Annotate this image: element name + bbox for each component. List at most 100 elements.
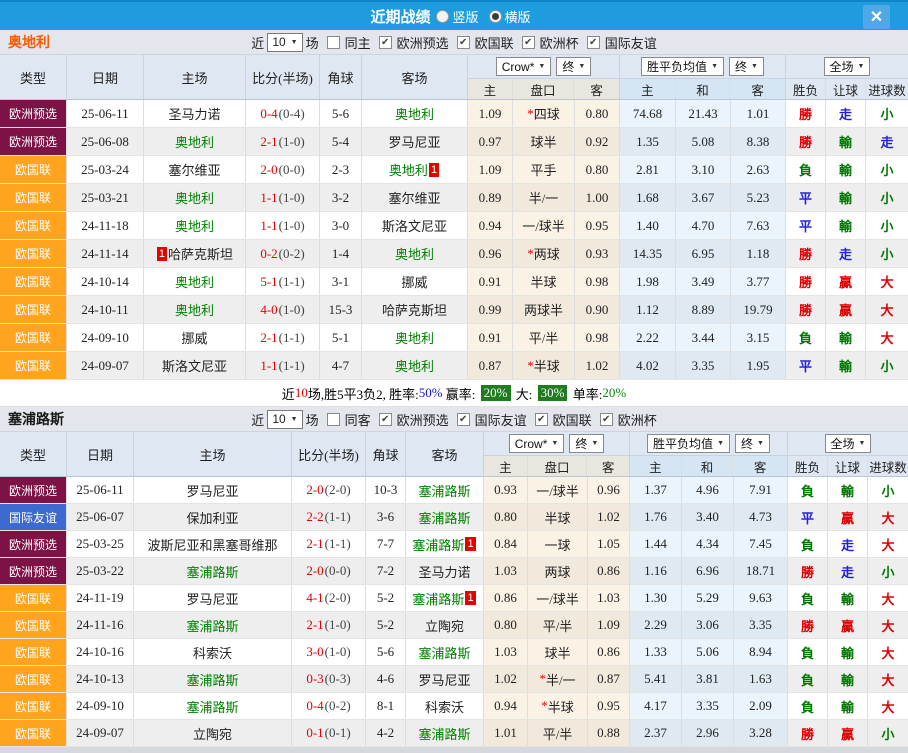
away-team-label: 塞浦路斯: [418, 724, 470, 743]
filter-checkbox-same-venue[interactable]: [327, 36, 340, 49]
away-team: 科索沃: [406, 693, 484, 719]
mean-home: 1.12: [620, 296, 676, 323]
crow-odds-select[interactable]: Crow*▼: [496, 57, 552, 76]
filter-checkbox-league[interactable]: [457, 413, 470, 426]
mean-away: 4.73: [734, 504, 788, 530]
mean-home: 1.98: [620, 268, 676, 295]
home-team: 挪威: [144, 324, 246, 351]
mean-odds-select-label: 胜平负均值: [647, 58, 707, 75]
close-button[interactable]: ✕: [863, 5, 890, 29]
halftime-score: (1-0): [279, 134, 305, 150]
match-score: 1-1(1-0): [246, 184, 320, 211]
home-team: 保加利亚: [134, 504, 292, 530]
full-match-select[interactable]: 全场▼: [824, 57, 871, 76]
result-handicap: 輸: [828, 693, 868, 719]
table-row: 欧国联24-11-18奥地利1-1(1-0)3-0斯洛文尼亚0.94一/球半0.…: [0, 212, 908, 240]
filter-checkbox-league[interactable]: [600, 413, 613, 426]
layout-radio[interactable]: [489, 10, 502, 23]
result-goals: 小: [868, 558, 908, 584]
mean-away: 7.45: [734, 531, 788, 557]
recent-count-select[interactable]: 10▼: [267, 410, 302, 429]
final-odds-select-label: 终: [562, 58, 574, 75]
full-match-select-label: 全场: [830, 58, 854, 75]
result-outcome: 負: [788, 639, 828, 665]
chevron-down-icon: ▼: [717, 440, 724, 447]
odds-home: 0.91: [468, 324, 513, 351]
crow-group-selects: Crow*▼终▼: [468, 55, 619, 78]
home-team: 1哈萨克斯坦: [144, 240, 246, 267]
halftime-score: (0-3): [325, 671, 351, 687]
match-date: 24-10-13: [67, 666, 134, 692]
odds-away: 0.88: [588, 720, 630, 746]
summary-segment: 近: [282, 384, 295, 403]
filter-checkbox-league-label: 欧国联: [475, 33, 514, 52]
mean-away: 3.28: [734, 720, 788, 746]
filter-checkbox-league-label: 欧洲杯: [618, 410, 657, 429]
result-outcome: 勝: [788, 558, 828, 584]
rank-badge: 1: [465, 591, 475, 605]
final-odds-select[interactable]: 终▼: [556, 57, 591, 76]
final-mean-select[interactable]: 终▼: [735, 434, 770, 453]
final-mean-select[interactable]: 终▼: [729, 57, 764, 76]
away-team-label: 塞浦路斯: [412, 589, 464, 608]
mean-odds-select[interactable]: 胜平负均值▼: [641, 57, 724, 76]
odds-home: 1.02: [484, 666, 528, 692]
halftime-score: (0-1): [325, 725, 351, 741]
league-badge: 欧国联: [0, 212, 67, 239]
mean-home: 1.30: [630, 585, 682, 611]
corners: 3-2: [320, 184, 362, 211]
filter-checkbox-league[interactable]: [587, 36, 600, 49]
home-team: 奥地利: [144, 212, 246, 239]
filter-checkbox-league[interactable]: [457, 36, 470, 49]
recent-count-select[interactable]: 10▼: [267, 33, 302, 52]
home-team-label: 奥地利: [175, 272, 214, 291]
away-team-label: 挪威: [401, 272, 427, 291]
table-row: 国际友谊25-06-07保加利亚2-2(1-1)3-6塞浦路斯0.80半球1.0…: [0, 504, 908, 531]
match-score: 0-4(0-4): [246, 100, 320, 127]
halftime-score: (1-0): [279, 302, 305, 318]
final-odds-select[interactable]: 终▼: [569, 434, 604, 453]
filter-checkbox-same-venue[interactable]: [327, 413, 340, 426]
column-header: 比分(半场): [292, 432, 366, 476]
filter-checkbox-league[interactable]: [379, 413, 392, 426]
result-goals: 小: [866, 212, 908, 239]
filter-checkbox-league[interactable]: [379, 36, 392, 49]
home-team: 奥地利: [144, 268, 246, 295]
mean-draw: 3.44: [676, 324, 731, 351]
match-date: 25-03-24: [67, 156, 144, 183]
rank-badge: 1: [429, 163, 439, 177]
fulltime-score: 1-1: [260, 358, 277, 374]
match-date: 24-09-07: [67, 720, 134, 746]
crow-odds-select[interactable]: Crow*▼: [509, 434, 565, 453]
recent-results-dialog: 近期战绩 竖版横版 ✕ 奥地利近10▼场同主欧洲预选欧国联欧洲杯国际友谊类型日期…: [0, 0, 908, 753]
mean-odds-select[interactable]: 胜平负均值▼: [647, 434, 730, 453]
layout-radio[interactable]: [436, 10, 449, 23]
odds-away: 1.02: [575, 352, 620, 379]
filter-checkbox-league[interactable]: [522, 36, 535, 49]
result-handicap: 走: [826, 100, 866, 127]
halftime-score: (1-0): [279, 190, 305, 206]
home-team-label: 哈萨克斯坦: [168, 244, 233, 263]
filter-checkbox-league[interactable]: [535, 413, 548, 426]
mean-group-subheaders: 主和客: [630, 455, 787, 476]
result-handicap: 輸: [828, 585, 868, 611]
column-header: 主: [468, 79, 513, 99]
summary-segment: 单率:: [569, 384, 602, 403]
corners: 3-1: [320, 268, 362, 295]
full-match-select[interactable]: 全场▼: [825, 434, 872, 453]
halftime-score: (1-1): [279, 274, 305, 290]
rank-badge: 1: [465, 537, 475, 551]
match-date: 25-06-08: [67, 128, 144, 155]
team-section: 奥地利近10▼场同主欧洲预选欧国联欧洲杯国际友谊类型日期主场比分(半场)角球客场…: [0, 30, 908, 407]
result-handicap: 輸: [826, 156, 866, 183]
summary-segment: 50%: [419, 385, 443, 401]
mean-draw: 3.81: [682, 666, 734, 692]
league-badge: 欧国联: [0, 639, 67, 665]
home-team-label: 保加利亚: [186, 508, 238, 527]
home-team: 塞浦路斯: [134, 693, 292, 719]
table-row: 欧洲预选25-06-11圣马力诺0-4(0-4)5-6奥地利1.09*四球0.8…: [0, 100, 908, 128]
away-team-label: 奥地利: [395, 328, 434, 347]
corners: 5-4: [320, 128, 362, 155]
column-header: 角球: [320, 55, 362, 99]
column-header: 胜负: [786, 79, 826, 99]
